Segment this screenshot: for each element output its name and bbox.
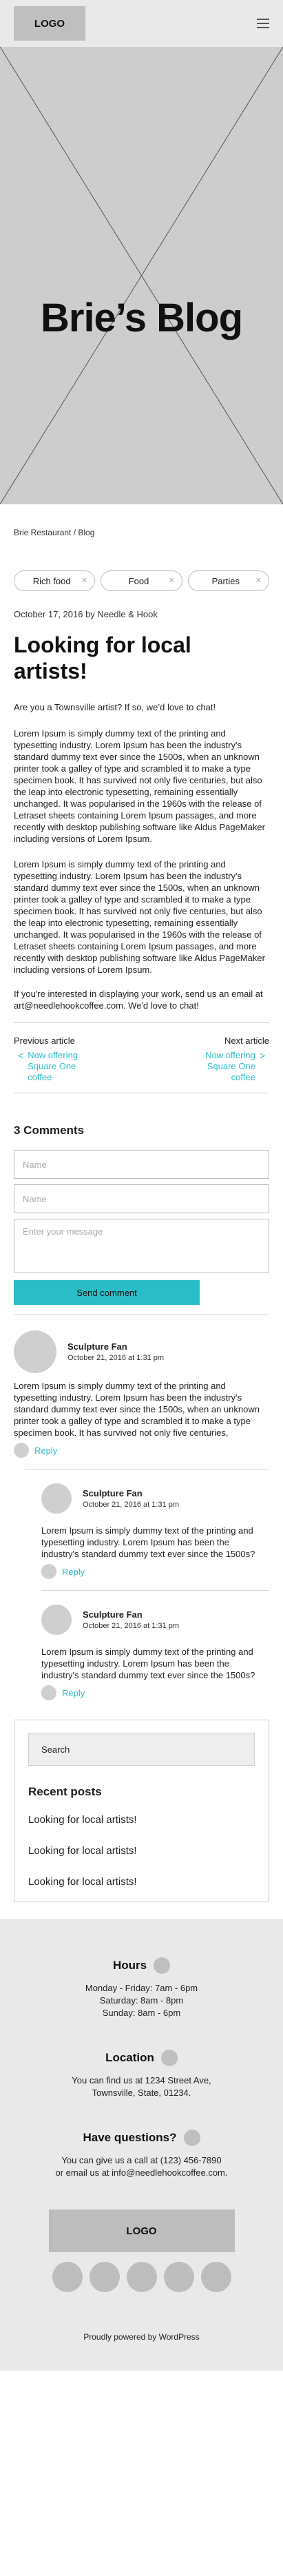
social-icon[interactable]: [126, 2262, 157, 2292]
hours-line: Monday - Friday: 7am - 6pm: [85, 1983, 198, 1993]
contact-line[interactable]: or email us at info@needlehookcoffee.com…: [0, 2167, 283, 2179]
chevron-left-icon: <: [18, 1050, 24, 1061]
social-icon[interactable]: [89, 2262, 120, 2292]
questions-title: Have questions?: [83, 2131, 177, 2144]
post-title: Looking for local artists!: [14, 632, 191, 683]
comment-author: Sculpture Fan: [83, 1609, 143, 1620]
tag-label: Food: [128, 575, 149, 586]
hours-section: Hours Monday - Friday: 7am - 6pm Saturda…: [0, 1957, 283, 2019]
comment-author: Sculpture Fan: [67, 1341, 127, 1352]
powered-by[interactable]: Proudly powered by WordPress: [0, 2332, 283, 2342]
prev-article-label: Previous article: [14, 1035, 75, 1046]
reply-label: Reply: [34, 1445, 58, 1456]
social-icon[interactable]: [200, 2262, 231, 2292]
hero-image-placeholder: Brie’s Blog: [0, 47, 283, 504]
recent-posts-title: Recent posts: [28, 1785, 102, 1798]
reply-icon: [14, 1443, 29, 1458]
comment-date: October 21, 2016 at 1:31 pm: [83, 1622, 180, 1630]
divider: [14, 1022, 269, 1023]
comment-text: Lorem Ipsum is simply dummy text of the …: [41, 1647, 255, 1680]
location-pin-icon: [160, 2050, 178, 2066]
close-icon[interactable]: ✕: [81, 576, 87, 585]
tag-filters: Rich food ✕ Food ✕ Parties ✕: [14, 570, 269, 591]
message-field[interactable]: [14, 1219, 269, 1272]
name-field[interactable]: [14, 1150, 269, 1179]
reply-button[interactable]: Reply: [14, 1443, 269, 1458]
location-section: Location You can find us at 1234 Street …: [0, 2050, 283, 2099]
avatar: [41, 1605, 72, 1635]
contact-line[interactable]: You can give us a call at (123) 456-7890: [0, 2154, 283, 2167]
hours-line: Sunday: 8am - 6pm: [102, 2008, 181, 2018]
comment-date: October 21, 2016 at 1:31 pm: [83, 1501, 180, 1509]
send-comment-button[interactable]: Send comment: [14, 1280, 200, 1305]
reply-button[interactable]: Reply: [41, 1564, 269, 1579]
location-line: You can find us at 1234 Street Ave,: [72, 2075, 211, 2085]
comment-text: Lorem Ipsum is simply dummy text of the …: [14, 1381, 260, 1438]
tag-chip[interactable]: Parties ✕: [187, 570, 269, 591]
next-article-label: Next article: [224, 1035, 269, 1046]
reply-label: Reply: [62, 1566, 85, 1577]
comment-text: Lorem Ipsum is simply dummy text of the …: [41, 1525, 255, 1559]
close-icon[interactable]: ✕: [255, 576, 262, 585]
comment: Sculpture Fan October 21, 2016 at 1:31 p…: [14, 1330, 269, 1458]
reply-icon: [41, 1564, 56, 1579]
location-line: Townsville, State, 01234.: [92, 2088, 191, 2098]
comment-author: Sculpture Fan: [83, 1488, 143, 1498]
hero-title: Brie’s Blog: [40, 296, 243, 340]
post-paragraph: If you're interested in displaying your …: [14, 989, 263, 1011]
comments-title: 3 Comments: [14, 1124, 85, 1137]
avatar: [41, 1483, 72, 1514]
tag-label: Parties: [211, 575, 240, 586]
post-intro: Are you a Townsville artist? If so, we’d…: [14, 702, 216, 712]
recent-post-link[interactable]: Looking for local artists!: [28, 1876, 255, 1888]
header-logo[interactable]: LOGO: [14, 6, 85, 41]
tag-label: Rich food: [32, 575, 71, 586]
social-icon[interactable]: [52, 2262, 83, 2292]
comment-date: October 21, 2016 at 1:31 pm: [67, 1354, 165, 1362]
hours-title: Hours: [112, 1959, 147, 1972]
image-placeholder-cross: [0, 47, 283, 504]
social-icon[interactable]: [163, 2262, 194, 2292]
location-title: Location: [105, 2051, 154, 2064]
clock-icon: [154, 1957, 171, 1974]
recent-post-link[interactable]: Looking for local artists!: [28, 1814, 255, 1826]
tag-chip[interactable]: Rich food ✕: [14, 570, 96, 591]
reply-icon: [41, 1685, 56, 1700]
footer-logo[interactable]: LOGO: [48, 2209, 235, 2252]
tag-chip[interactable]: Food ✕: [101, 570, 182, 591]
post-paragraph: Lorem Ipsum is simply dummy text of the …: [14, 859, 265, 975]
divider: [25, 1469, 269, 1470]
post-paragraph: Lorem Ipsum is simply dummy text of the …: [14, 728, 265, 844]
site-header: LOGO: [0, 0, 283, 47]
next-article-title: Now offering Square One coffee: [205, 1050, 255, 1082]
prev-article-link[interactable]: < Now offering Square One coffee: [14, 1050, 83, 1083]
questions-section: Have questions? You can give us a call a…: [0, 2130, 283, 2179]
reply-label: Reply: [62, 1687, 85, 1698]
search-input[interactable]: [28, 1733, 255, 1766]
reply-button[interactable]: Reply: [41, 1685, 269, 1700]
email-field[interactable]: [14, 1184, 269, 1213]
social-links: [0, 2262, 283, 2292]
divider: [41, 1590, 269, 1591]
next-article-link[interactable]: Now offering Square One coffee >: [187, 1050, 269, 1083]
breadcrumb[interactable]: Brie Restaurant / Blog: [14, 528, 269, 537]
comment-reply: Sculpture Fan October 21, 2016 at 1:31 p…: [41, 1605, 269, 1700]
chevron-right-icon: >: [259, 1050, 265, 1061]
post-navigation: Previous article < Now offering Square O…: [14, 1035, 269, 1083]
avatar: [14, 1330, 56, 1373]
menu-icon[interactable]: [257, 19, 269, 28]
question-icon: [183, 2130, 200, 2146]
site-footer: Hours Monday - Friday: 7am - 6pm Saturda…: [0, 1919, 283, 2371]
recent-post-link[interactable]: Looking for local artists!: [28, 1845, 255, 1857]
comment-reply: Sculpture Fan October 21, 2016 at 1:31 p…: [41, 1483, 269, 1579]
sidebar: Recent posts Looking for local artists! …: [14, 1720, 269, 1902]
close-icon[interactable]: ✕: [168, 576, 174, 585]
prev-article-title: Now offering Square One coffee: [28, 1050, 78, 1082]
hours-line: Saturday: 8am - 8pm: [99, 1995, 184, 2006]
post-meta: October 17, 2016 by Needle & Hook: [14, 609, 158, 619]
